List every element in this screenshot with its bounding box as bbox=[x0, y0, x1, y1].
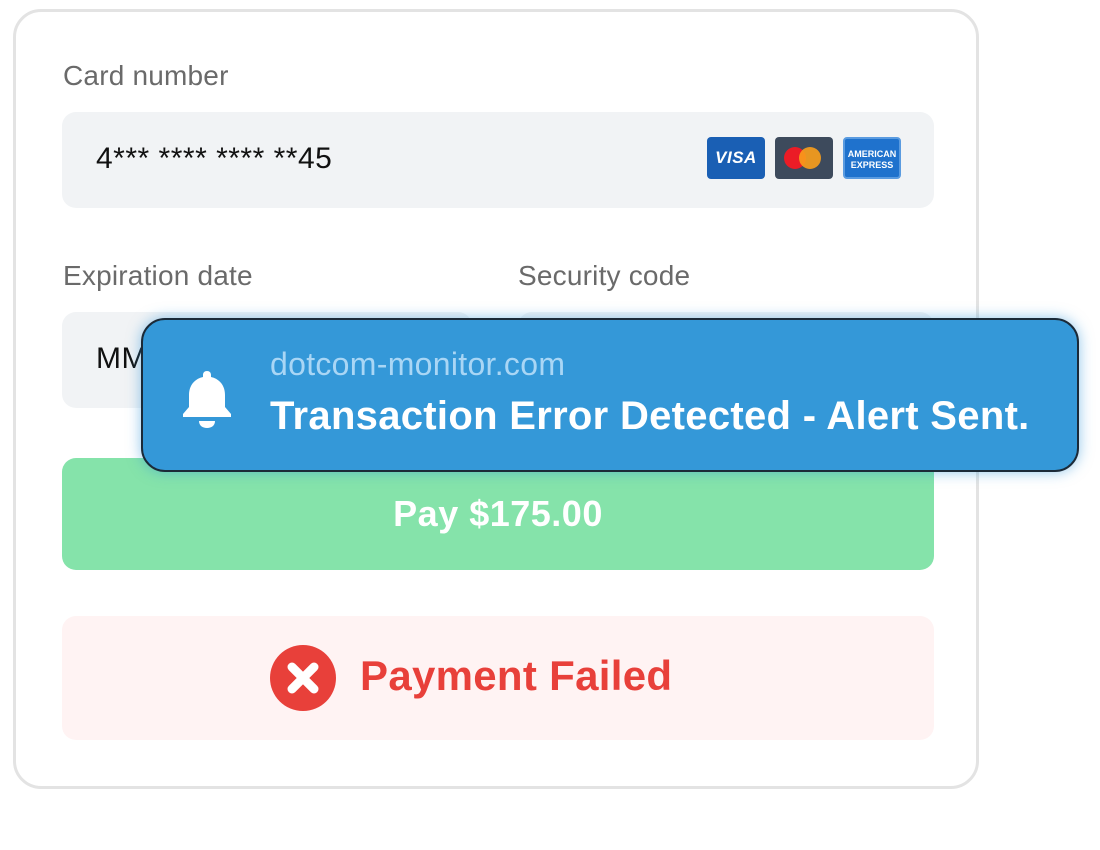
payment-failed-text: Payment Failed bbox=[360, 652, 673, 699]
security-code-label: Security code bbox=[518, 260, 691, 291]
alert-notification: dotcom-monitor.com Transaction Error Det… bbox=[141, 318, 1079, 472]
bell-icon bbox=[183, 371, 231, 428]
mastercard-icon bbox=[775, 137, 833, 179]
alert-message: Transaction Error Detected - Alert Sent. bbox=[270, 394, 1030, 438]
pay-button[interactable]: Pay $175.00 bbox=[62, 458, 934, 570]
card-number-label: Card number bbox=[63, 60, 229, 91]
expiration-date-label: Expiration date bbox=[63, 260, 253, 291]
payment-stage: Card number 4*** **** **** **45 VISA AME… bbox=[0, 0, 1100, 850]
visa-icon: VISA bbox=[707, 137, 765, 179]
expiration-placeholder: MM bbox=[96, 342, 147, 375]
amex-icon: AMERICAN EXPRESS bbox=[843, 137, 901, 179]
card-number-value: 4*** **** **** **45 bbox=[96, 142, 333, 175]
alert-brand-name: dotcom-monitor.com bbox=[270, 346, 566, 382]
error-x-icon bbox=[270, 645, 336, 711]
payment-failed-banner: Payment Failed bbox=[62, 616, 934, 740]
